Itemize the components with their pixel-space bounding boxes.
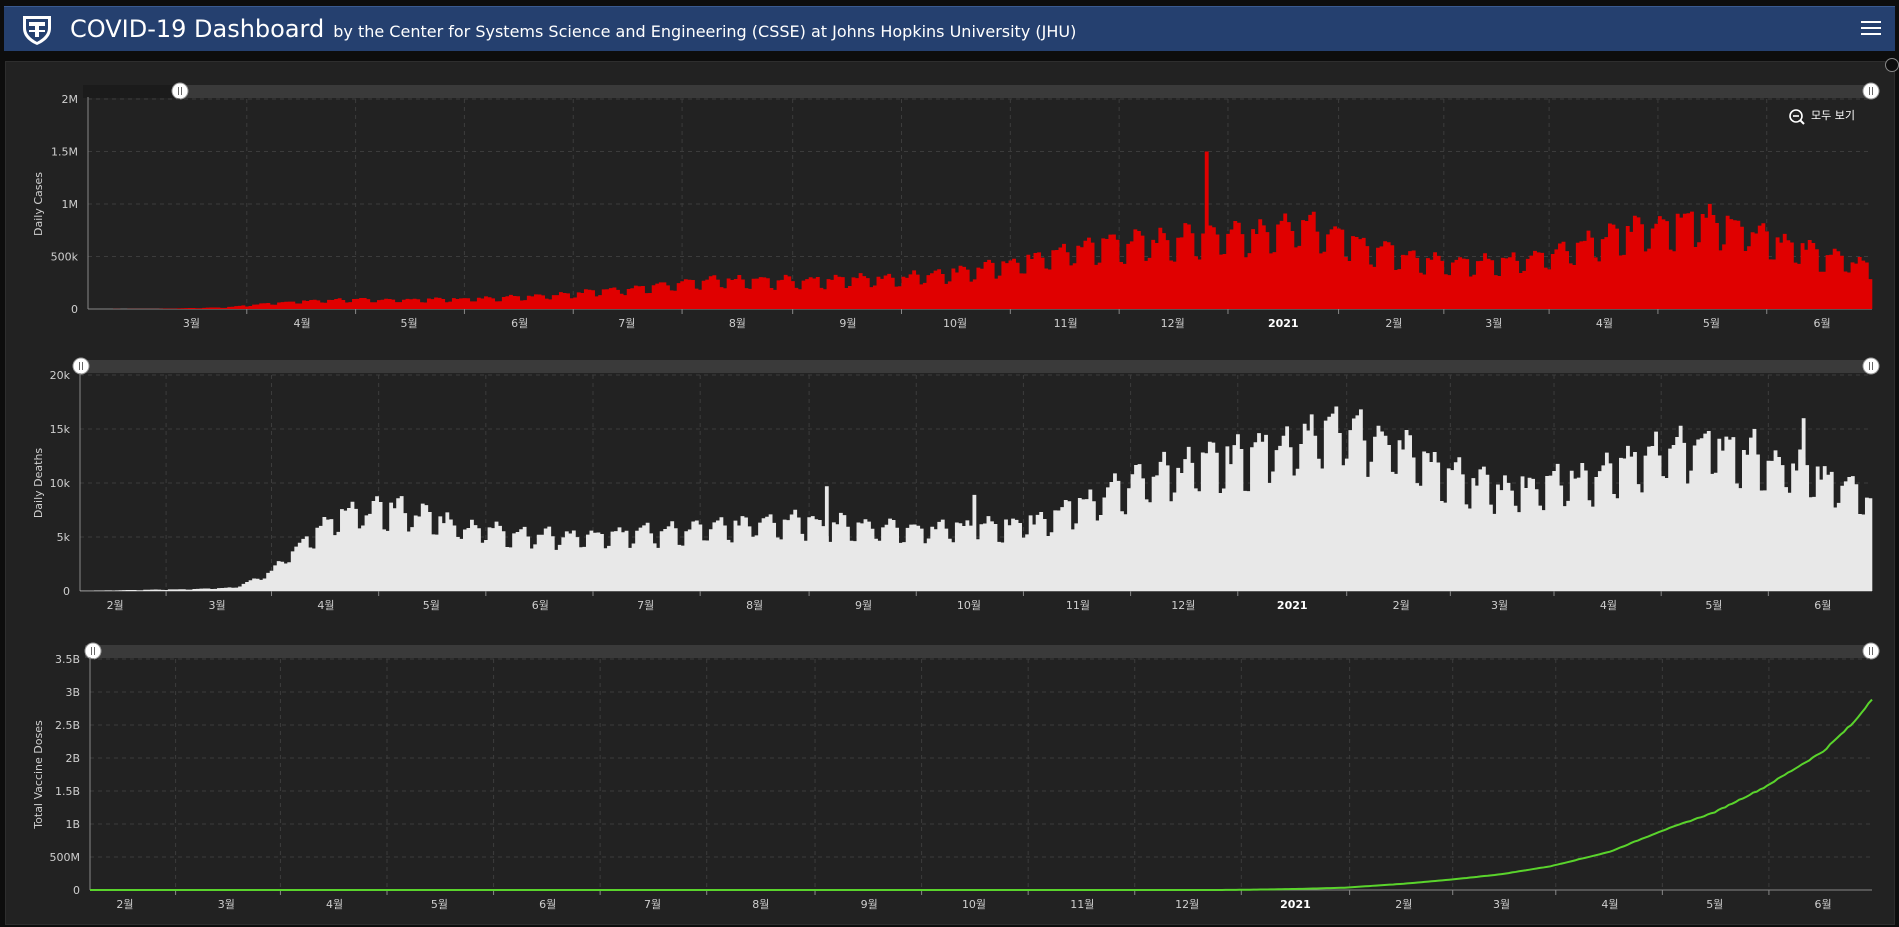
range-slider-track[interactable] bbox=[83, 85, 1877, 98]
x-tick-label: 5월 bbox=[401, 317, 418, 330]
x-tick-label: 6월 bbox=[539, 898, 556, 911]
y-tick-label: 1.5B bbox=[55, 785, 80, 798]
chart-2: 0 500M 1B 1.5B 2B 2.5B 3B 3.5B 2월 3월 4월 5월 6월 7월 8월 9월 1… bbox=[32, 642, 1880, 911]
x-tick-label: 5월 bbox=[1703, 317, 1720, 330]
range-slider-handle-right[interactable] bbox=[1862, 642, 1880, 660]
x-tick-label: 5월 bbox=[1706, 898, 1723, 911]
y-tick-label: 3B bbox=[65, 686, 80, 699]
x-tick-label: 11월 bbox=[1070, 898, 1094, 911]
charts-svg: 0 500k 1M 1.5M 2M 3월 4월 5월 6월 7월 8월 9월 10월 11월 12월 2021… bbox=[32, 82, 1880, 911]
line-series-total-vaccine-doses[interactable] bbox=[90, 698, 1873, 891]
x-tick-label: 8월 bbox=[752, 898, 769, 911]
x-tick-label: 3월 bbox=[1485, 317, 1502, 330]
y-tick-label: 10k bbox=[50, 477, 71, 490]
y-tick-label: 0 bbox=[73, 884, 80, 897]
range-slider-unselected bbox=[83, 85, 180, 98]
x-tick-label: 11월 bbox=[1054, 317, 1078, 330]
y-tick-label: 1B bbox=[65, 818, 80, 831]
chart-1: 0 5k 10k 15k 20k 2월 3월 4월 5월 6월 7월 8월 9월 10월 11월 12월 202… bbox=[32, 357, 1880, 612]
y-tick-label: 1.5M bbox=[51, 146, 78, 159]
x-tick-label: 12월 bbox=[1175, 898, 1199, 911]
x-tick-label: 9월 bbox=[855, 599, 872, 612]
x-tick-label: 4월 bbox=[317, 599, 334, 612]
y-tick-label: 15k bbox=[50, 423, 71, 436]
y-tick-label: 0 bbox=[71, 303, 78, 316]
y-axis-title: Total Vaccine Doses bbox=[32, 720, 45, 830]
range-slider-handle-left[interactable] bbox=[84, 642, 102, 660]
x-tick-label: 7월 bbox=[644, 898, 661, 911]
bar-spike[interactable] bbox=[972, 494, 977, 591]
x-tick-label: 3월 bbox=[218, 898, 235, 911]
x-tick-label: 2021 bbox=[1268, 317, 1299, 330]
x-tick-label: 12월 bbox=[1161, 317, 1185, 330]
x-tick-label: 4월 bbox=[1601, 898, 1618, 911]
x-tick-label: 2월 bbox=[116, 898, 133, 911]
y-tick-label: 5k bbox=[57, 531, 71, 544]
y-axis-title: Daily Deaths bbox=[32, 448, 45, 519]
y-tick-label: 1M bbox=[62, 198, 79, 211]
x-tick-label: 2021 bbox=[1280, 898, 1311, 911]
y-tick-label: 500k bbox=[51, 251, 79, 264]
range-slider-handle-left[interactable] bbox=[171, 82, 189, 100]
x-tick-label: 3월 bbox=[1491, 599, 1508, 612]
x-tick-label: 4월 bbox=[1600, 599, 1617, 612]
y-tick-label: 2B bbox=[65, 752, 80, 765]
x-tick-label: 2월 bbox=[1395, 898, 1412, 911]
x-tick-label: 4월 bbox=[294, 317, 311, 330]
range-slider-handle-right[interactable] bbox=[1862, 357, 1880, 375]
x-tick-label: 4월 bbox=[326, 898, 343, 911]
y-tick-label: 2M bbox=[62, 93, 79, 106]
range-slider-handle-right[interactable] bbox=[1862, 82, 1880, 100]
chart-0: 0 500k 1M 1.5M 2M 3월 4월 5월 6월 7월 8월 9월 10월 11월 12월 2021… bbox=[32, 82, 1880, 330]
x-tick-label: 5월 bbox=[431, 898, 448, 911]
x-tick-label: 12월 bbox=[1171, 599, 1195, 612]
bar-spike[interactable] bbox=[1204, 151, 1209, 310]
zoom-reset-label: 모두 보기 bbox=[1811, 109, 1855, 122]
x-tick-label: 2월 bbox=[1393, 599, 1410, 612]
x-tick-label: 11월 bbox=[1066, 599, 1090, 612]
range-slider-track[interactable] bbox=[85, 645, 1877, 658]
bar-spike[interactable] bbox=[1801, 418, 1806, 591]
y-tick-label: 2.5B bbox=[55, 719, 80, 732]
x-tick-label: 7월 bbox=[618, 317, 635, 330]
x-tick-label: 3월 bbox=[183, 317, 200, 330]
x-tick-label: 6월 bbox=[1813, 317, 1830, 330]
x-tick-label: 9월 bbox=[839, 317, 856, 330]
x-tick-label: 7월 bbox=[637, 599, 654, 612]
x-tick-label: 6월 bbox=[532, 599, 549, 612]
y-tick-label: 500M bbox=[50, 851, 81, 864]
y-tick-label: 3.5B bbox=[55, 653, 80, 666]
y-tick-label: 20k bbox=[50, 369, 71, 382]
x-tick-label: 6월 bbox=[1815, 898, 1832, 911]
x-tick-label: 5월 bbox=[423, 599, 440, 612]
x-tick-label: 3월 bbox=[208, 599, 225, 612]
y-tick-label: 0 bbox=[63, 585, 70, 598]
zoom-out-icon-handle bbox=[1799, 119, 1805, 125]
y-axis-title: Daily Cases bbox=[32, 172, 45, 236]
x-tick-label: 5월 bbox=[1705, 599, 1722, 612]
x-tick-label: 8월 bbox=[746, 599, 763, 612]
x-tick-label: 6월 bbox=[511, 317, 528, 330]
x-tick-label: 9월 bbox=[861, 898, 878, 911]
x-tick-label: 2월 bbox=[1385, 317, 1402, 330]
bar-spike[interactable] bbox=[824, 486, 829, 591]
x-tick-label: 2021 bbox=[1277, 599, 1308, 612]
x-tick-label: 3월 bbox=[1493, 898, 1510, 911]
range-slider-handle-left[interactable] bbox=[72, 357, 90, 375]
zoom-reset-button[interactable]: 모두 보기 bbox=[1789, 109, 1855, 125]
x-tick-label: 8월 bbox=[729, 317, 746, 330]
x-tick-label: 10월 bbox=[962, 898, 986, 911]
x-tick-label: 2월 bbox=[107, 599, 124, 612]
range-slider-track[interactable] bbox=[75, 360, 1877, 373]
x-tick-label: 10월 bbox=[943, 317, 967, 330]
x-tick-label: 6월 bbox=[1814, 599, 1831, 612]
x-tick-label: 10월 bbox=[957, 599, 981, 612]
x-tick-label: 4월 bbox=[1596, 317, 1613, 330]
